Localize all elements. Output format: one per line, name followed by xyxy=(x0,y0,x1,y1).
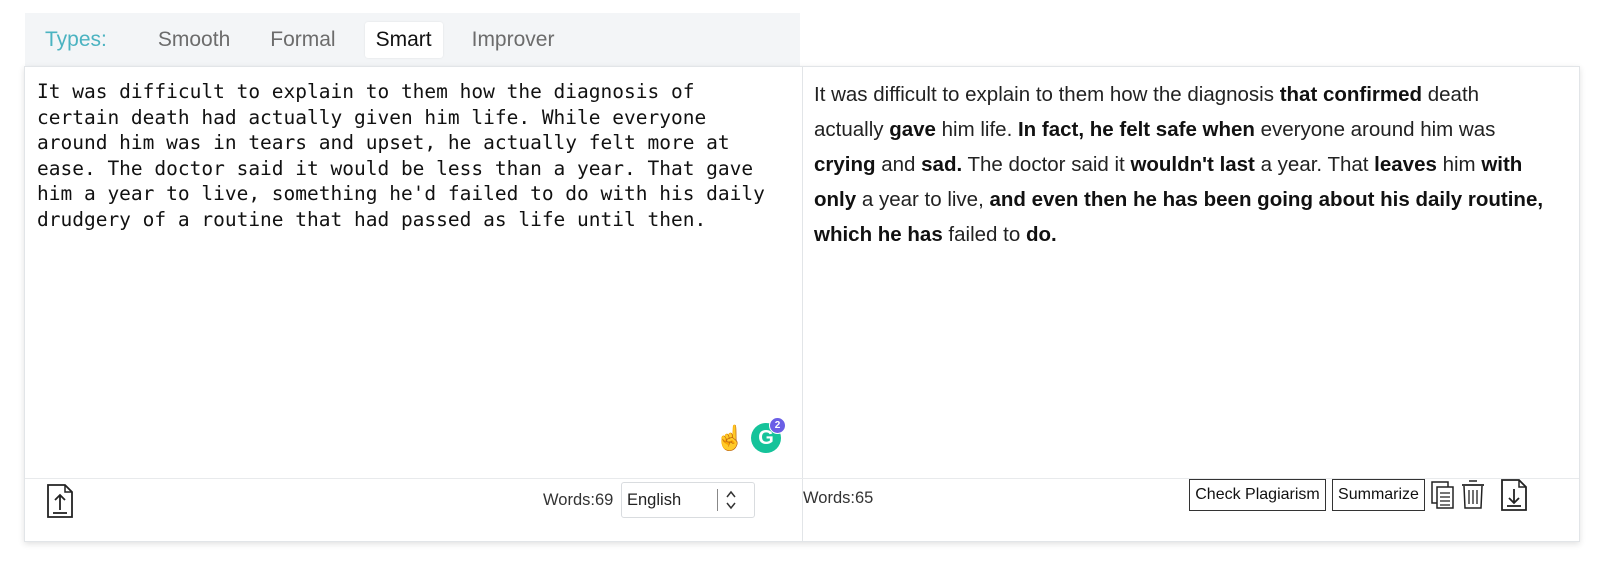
changed-phrase[interactable]: crying xyxy=(814,153,876,176)
panel-divider xyxy=(802,67,803,541)
upload-file-icon[interactable] xyxy=(45,483,75,519)
tab-smart[interactable]: Smart xyxy=(364,22,443,58)
changed-phrase[interactable]: do. xyxy=(1026,223,1057,246)
output-phrase: a year to live, xyxy=(856,188,990,211)
copy-icon[interactable] xyxy=(1430,480,1456,510)
check-plagiarism-button[interactable]: Check Plagiarism xyxy=(1189,479,1326,511)
grammarly-badge: 2 xyxy=(769,417,786,434)
input-word-count: Words:69 xyxy=(543,491,614,509)
tab-smooth[interactable]: Smooth xyxy=(147,22,241,58)
changed-phrase[interactable]: that confirmed xyxy=(1280,83,1422,106)
output-phrase: him life. xyxy=(935,118,1018,141)
changed-phrase[interactable]: leaves xyxy=(1374,153,1437,176)
paraphrase-panel: It was difficult to explain to them how … xyxy=(24,66,1580,542)
output-text: It was difficult to explain to them how … xyxy=(814,77,1554,252)
output-phrase: a year. That xyxy=(1254,153,1375,176)
tab-formal[interactable]: Formal xyxy=(259,22,346,58)
download-file-icon[interactable] xyxy=(1500,478,1528,512)
changed-phrase[interactable]: In fact, he felt safe when xyxy=(1018,118,1255,141)
changed-phrase[interactable]: sad. xyxy=(921,153,962,176)
types-label: Types: xyxy=(45,28,107,51)
output-phrase: failed to xyxy=(942,223,1026,246)
changed-phrase[interactable]: wouldn't last xyxy=(1130,153,1254,176)
pointing-hand-icon[interactable]: ☝️ xyxy=(715,425,745,453)
output-phrase: him xyxy=(1436,153,1482,176)
tab-improver[interactable]: Improver xyxy=(461,22,566,58)
input-textarea[interactable]: It was difficult to explain to them how … xyxy=(37,79,787,232)
types-tab-bar: Types: Smooth Formal Smart Improver xyxy=(25,13,800,67)
language-separator xyxy=(717,489,718,511)
output-phrase: and xyxy=(875,153,922,176)
changed-phrase[interactable]: gave xyxy=(889,118,936,141)
language-select[interactable]: English xyxy=(621,482,755,518)
chevron-up-down-icon xyxy=(726,490,736,510)
trash-icon[interactable] xyxy=(1460,478,1486,510)
summarize-button[interactable]: Summarize xyxy=(1332,479,1425,511)
output-phrase: The doctor said it xyxy=(962,153,1131,176)
output-word-count: Words:65 xyxy=(803,489,874,507)
output-phrase: It was difficult to explain to them how … xyxy=(814,83,1280,106)
language-value: English xyxy=(627,491,682,509)
output-phrase: everyone around him was xyxy=(1254,118,1496,141)
